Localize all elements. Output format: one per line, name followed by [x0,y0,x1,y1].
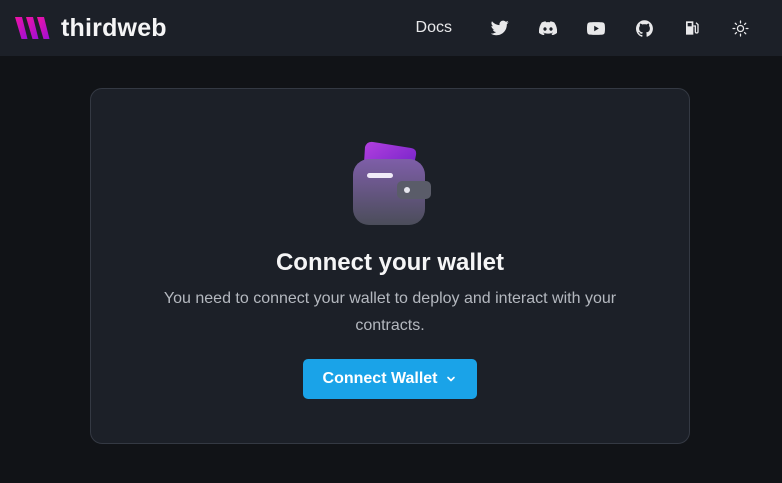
theme-toggle[interactable] [716,10,764,46]
github-icon [635,19,653,37]
wallet-icon [353,141,431,225]
gas-pump-icon [686,21,699,35]
youtube-icon [587,21,605,35]
discord-link[interactable] [524,10,572,46]
discord-icon [539,21,557,35]
github-link[interactable] [620,10,668,46]
connect-wallet-card: Connect your wallet You need to connect … [90,88,690,444]
sun-icon [731,19,749,37]
top-navigation-bar: thirdweb Docs [0,0,782,56]
brand-name: thirdweb [61,14,167,42]
gas-price-link[interactable] [668,10,716,46]
connect-wallet-label: Connect Wallet [322,370,438,387]
header-nav: Docs [410,0,764,56]
youtube-link[interactable] [572,10,620,46]
docs-link[interactable]: Docs [410,13,458,43]
chevron-down-icon [447,376,456,382]
card-description: You need to connect your wallet to deplo… [163,290,617,334]
thirdweb-logo-link[interactable]: thirdweb [14,14,167,42]
twitter-link[interactable] [476,10,524,46]
card-title: Connect your wallet [275,249,505,276]
thirdweb-logo-icon [15,17,50,39]
twitter-icon [491,20,509,36]
connect-wallet-button[interactable]: Connect Wallet [303,359,477,399]
